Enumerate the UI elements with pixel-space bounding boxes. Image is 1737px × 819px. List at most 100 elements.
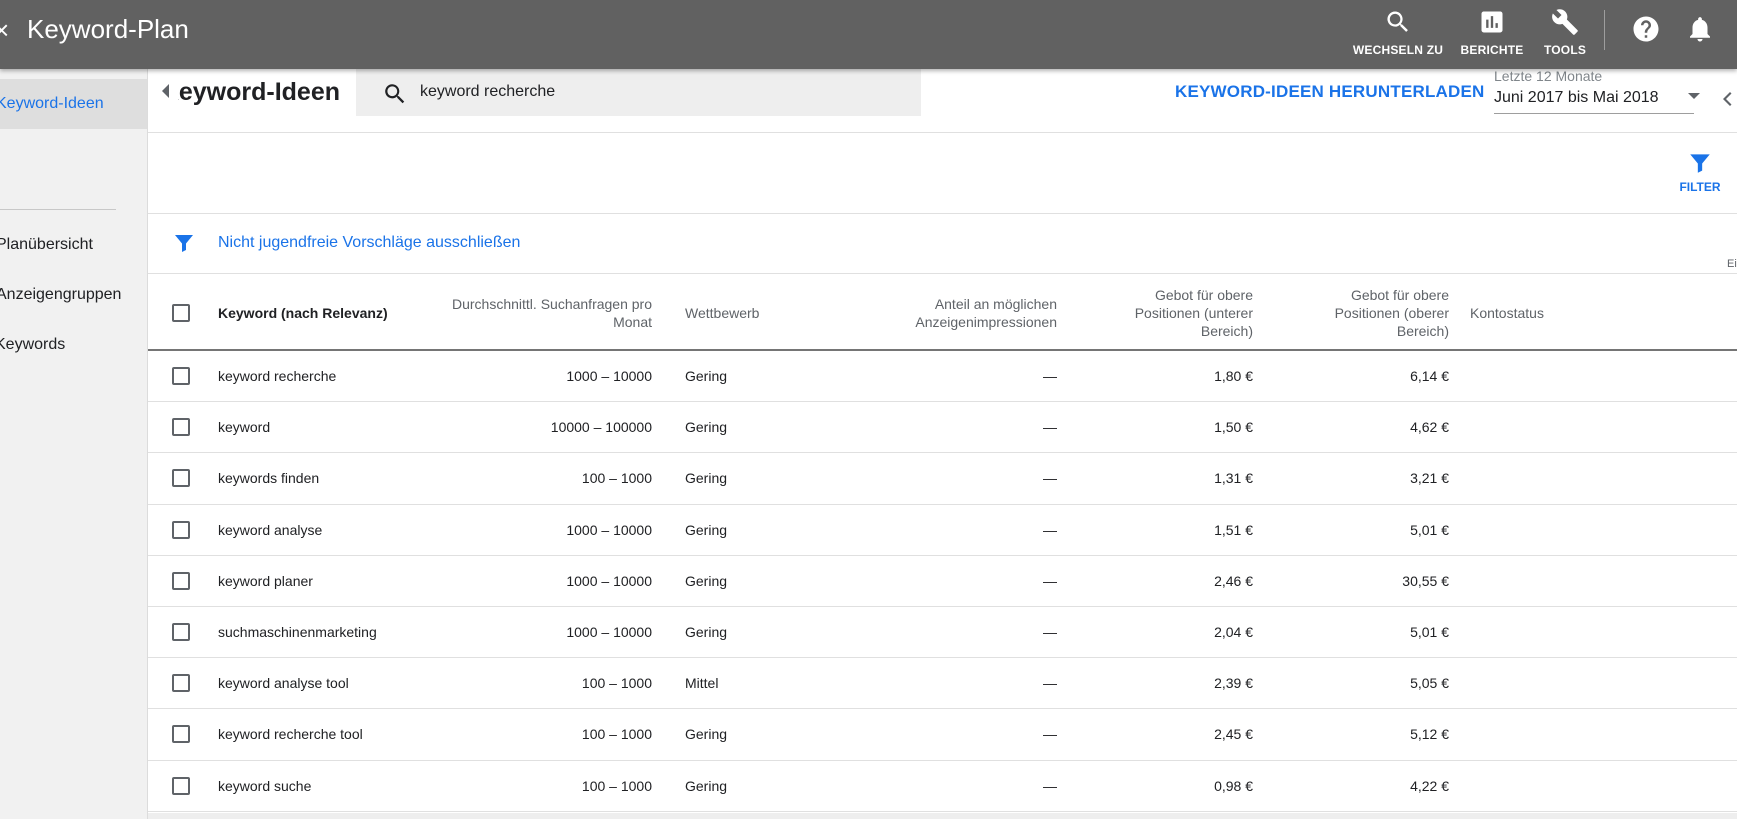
select-all-checkbox[interactable] xyxy=(172,304,190,322)
keyword-cell: keyword analyse tool xyxy=(218,675,349,692)
search-icon xyxy=(1387,11,1408,32)
bell-icon[interactable] xyxy=(1685,14,1715,44)
table-row: keyword suche 100 – 1000 Gering — 0,98 €… xyxy=(148,761,1737,812)
download-keyword-ideas-link[interactable]: KEYWORD-IDEEN HERUNTERLADEN xyxy=(1175,82,1485,102)
table-body: keyword recherche 1000 – 10000 Gering — … xyxy=(148,351,1737,812)
top-bar: × Keyword-Plan WECHSELN ZU BERICHTE TOOL… xyxy=(0,0,1737,69)
header-high-bid[interactable]: Gebot für obere Positionen (oberer Bereich… xyxy=(1335,286,1449,340)
filter-icon xyxy=(1690,154,1710,173)
table-footer-shade xyxy=(148,813,1737,819)
row-checkbox[interactable] xyxy=(172,367,190,385)
filter-label: FILTER xyxy=(1679,180,1721,194)
competition-cell: Mittel xyxy=(685,675,719,692)
close-icon[interactable]: × xyxy=(0,17,14,43)
low-bid-cell: 1,31 € xyxy=(1214,470,1253,487)
app-title: Keyword-Plan xyxy=(27,14,189,44)
high-bid-cell: 4,62 € xyxy=(1410,419,1449,436)
table-row: keyword analyse 1000 – 10000 Gering — 1,… xyxy=(148,505,1737,556)
reports-label: BERICHTE xyxy=(1460,43,1524,57)
high-bid-cell: 6,14 € xyxy=(1410,368,1449,384)
chevron-left-icon[interactable] xyxy=(1719,88,1733,110)
filter-button[interactable]: FILTER xyxy=(1670,150,1730,194)
keyword-cell: keyword suche xyxy=(218,777,312,794)
header-keyword[interactable]: Keyword (nach Relevanz) xyxy=(218,304,388,322)
high-bid-cell: 5,12 € xyxy=(1410,726,1449,743)
low-bid-cell: 2,45 € xyxy=(1214,726,1253,743)
row-checkbox[interactable] xyxy=(172,520,190,539)
sidebar-item-keywords[interactable]: Keywords xyxy=(0,320,147,370)
wrench-icon xyxy=(1552,9,1578,35)
row-checkbox[interactable] xyxy=(172,725,190,744)
high-bid-cell: 3,21 € xyxy=(1410,470,1449,487)
search-icon xyxy=(385,84,405,104)
competition-cell: Gering xyxy=(685,777,728,794)
table-row: keyword planer 1000 – 10000 Gering — 2,4… xyxy=(148,556,1737,607)
truncated-edge-text: Ei xyxy=(1727,258,1737,270)
help-icon[interactable] xyxy=(1631,14,1661,44)
collapse-sidebar-icon[interactable] xyxy=(156,80,176,102)
sidebar-item-plan-overview[interactable]: Planübersicht xyxy=(0,220,147,270)
volume-cell: 10000 – 100000 xyxy=(550,419,652,436)
row-checkbox[interactable] xyxy=(172,622,190,641)
keyword-cell: keyword recherche xyxy=(218,368,337,384)
competition-cell: Gering xyxy=(685,521,728,538)
volume-cell: 1000 – 10000 xyxy=(566,521,652,538)
high-bid-cell: 30,55 € xyxy=(1402,572,1449,589)
high-bid-cell: 5,05 € xyxy=(1410,675,1449,692)
competition-cell: Gering xyxy=(685,419,728,436)
table-header: Keyword (nach Relevanz) Durchschnittl. S… xyxy=(148,274,1737,351)
search-input[interactable]: keyword recherche xyxy=(356,69,921,116)
low-bid-cell: 0,98 € xyxy=(1214,777,1253,794)
volume-cell: 100 – 1000 xyxy=(581,777,652,794)
row-checkbox[interactable] xyxy=(172,674,190,693)
filter-icon xyxy=(172,231,196,255)
chevron-down-icon[interactable] xyxy=(1688,93,1700,99)
bar-chart-icon xyxy=(1481,11,1503,33)
low-bid-cell: 2,39 € xyxy=(1214,675,1253,692)
low-bid-cell: 1,51 € xyxy=(1214,521,1253,538)
keyword-cell: suchmaschinenmarketing xyxy=(218,623,377,640)
date-range-select[interactable]: Juni 2017 bis Mai 2018 xyxy=(1494,89,1659,107)
table-row: keywords finden 100 – 1000 Gering — 1,31… xyxy=(148,453,1737,505)
volume-cell: 100 – 1000 xyxy=(581,726,652,743)
table-row: keyword 10000 – 100000 Gering — 1,50 € 4… xyxy=(148,402,1737,454)
row-checkbox[interactable] xyxy=(172,776,190,795)
keyword-cell: keyword planer xyxy=(218,572,313,589)
share-cell: — xyxy=(1043,470,1057,487)
table-row: keyword recherche 1000 – 10000 Gering — … xyxy=(148,351,1737,403)
share-cell: — xyxy=(1043,623,1057,640)
row-checkbox[interactable] xyxy=(172,469,190,488)
keyword-cell: keywords finden xyxy=(218,470,320,487)
header-volume[interactable]: Durchschnittl. Suchanfragen pro Monat xyxy=(452,295,652,331)
low-bid-cell: 1,80 € xyxy=(1214,368,1253,384)
high-bid-cell: 5,01 € xyxy=(1410,623,1449,640)
sidebar-divider xyxy=(0,209,116,210)
high-bid-cell: 5,01 € xyxy=(1410,521,1449,538)
table-row: suchmaschinenmarketing 1000 – 10000 Geri… xyxy=(148,607,1737,659)
row-checkbox[interactable] xyxy=(172,571,190,590)
share-cell: — xyxy=(1043,572,1057,589)
competition-cell: Gering xyxy=(685,368,728,384)
switch-to-label: WECHSELN ZU xyxy=(1352,43,1444,57)
low-bid-cell: 2,46 € xyxy=(1214,572,1253,589)
share-cell: — xyxy=(1043,521,1057,538)
header-low-bid[interactable]: Gebot für obere Positionen (unterer Bereic… xyxy=(1135,286,1253,340)
volume-cell: 100 – 1000 xyxy=(581,675,652,692)
volume-cell: 1000 – 10000 xyxy=(566,623,652,640)
share-cell: — xyxy=(1043,726,1057,743)
header-competition[interactable]: Wettbewerb xyxy=(685,304,759,322)
adult-filter-link[interactable]: Nicht jugendfreie Vorschläge ausschließe… xyxy=(218,234,520,252)
search-value: keyword recherche xyxy=(420,83,556,100)
competition-cell: Gering xyxy=(685,572,728,589)
sidebar-item-keyword-ideas[interactable]: Keyword-Ideen xyxy=(0,79,147,129)
tools-button[interactable]: TOOLS xyxy=(1517,6,1613,57)
sidebar-item-ad-groups[interactable]: Anzeigengruppen xyxy=(0,270,147,320)
volume-cell: 1000 – 10000 xyxy=(566,368,652,384)
row-checkbox[interactable] xyxy=(172,418,190,437)
header-account-status[interactable]: Kontostatus xyxy=(1470,304,1544,322)
competition-cell: Gering xyxy=(685,470,728,487)
share-cell: — xyxy=(1043,368,1057,384)
topbar-divider xyxy=(1604,10,1605,50)
switch-to-button[interactable]: WECHSELN ZU xyxy=(1350,6,1446,57)
header-impression-share[interactable]: Anteil an möglichen Anzeigenimpressionen xyxy=(915,295,1057,331)
